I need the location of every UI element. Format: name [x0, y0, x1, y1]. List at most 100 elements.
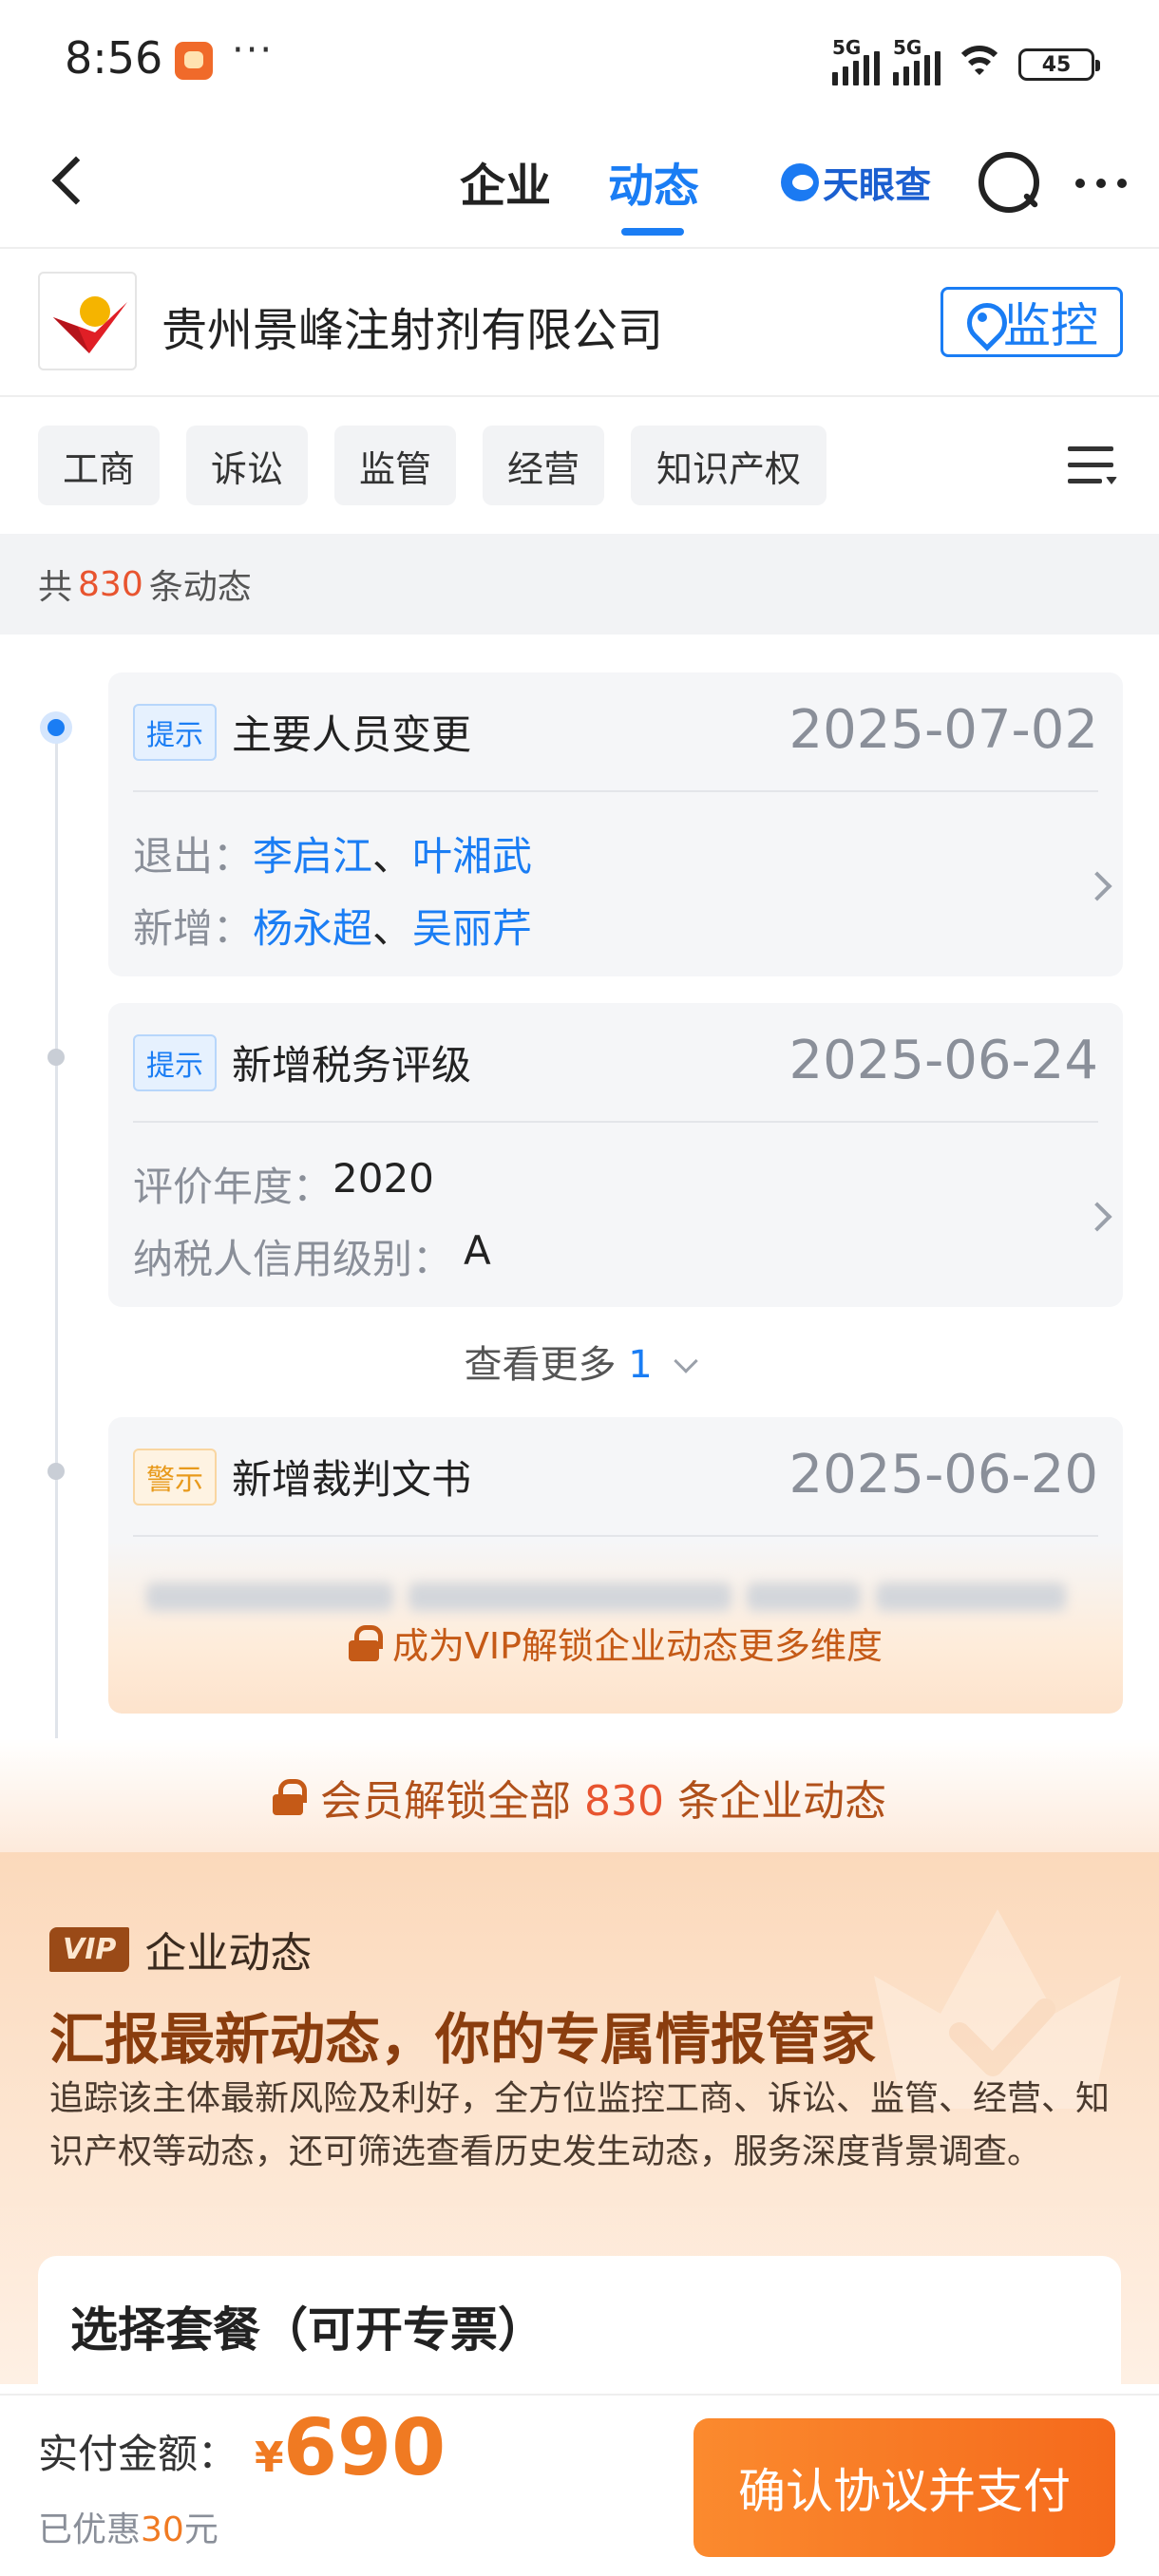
top-nav: 企业 动态 天眼查 — [0, 123, 1159, 247]
confirm-pay-button[interactable]: 确认协议并支付 — [694, 2418, 1115, 2557]
event-date: 2025-07-02 — [788, 699, 1098, 761]
count-suffix: 条动态 — [148, 568, 252, 607]
discount-suffix: 元 — [183, 2510, 218, 2549]
discount-text: 已优惠30元 — [38, 2502, 218, 2551]
status-bar: 8:56 ··· 5G 5G 45 — [0, 0, 1159, 123]
filter-chip-ip[interactable]: 知识产权 — [631, 426, 826, 505]
tab-news[interactable]: 动态 — [608, 148, 699, 215]
app-notification-icon — [175, 42, 213, 80]
timeline-line — [55, 731, 58, 1738]
lock-icon — [348, 1624, 383, 1661]
more-notifications-icon: ··· — [232, 28, 275, 72]
promo-title: 汇报最新动态，你的专属情报管家 — [49, 2007, 877, 2072]
monitor-label: 监控 — [1003, 298, 1098, 353]
search-icon[interactable] — [977, 150, 1039, 213]
person-link[interactable]: 叶湘武 — [412, 824, 532, 882]
event-title: 新增裁判文书 — [232, 1456, 472, 1503]
signal-icon-2: 5G — [893, 36, 940, 85]
monitor-button[interactable]: 监控 — [940, 287, 1123, 357]
signal-label-2: 5G — [893, 36, 922, 59]
see-more-count: 1 — [628, 1343, 653, 1387]
person-link[interactable]: 杨永超 — [253, 897, 372, 955]
discount-amount: 30 — [141, 2510, 184, 2549]
person-link[interactable]: 李启江 — [253, 824, 372, 882]
event-badge: 提示 — [133, 1033, 217, 1091]
currency-symbol: ¥ — [255, 2434, 284, 2482]
see-more-label: 查看更多 — [464, 1343, 617, 1387]
payment-bar: 实付金额： ¥ 690 已优惠30元 确认协议并支付 — [0, 2394, 1159, 2576]
chevron-right-icon — [1082, 1202, 1112, 1232]
detail-label: 退出： — [133, 833, 254, 880]
company-name: 贵州景峰注射剂有限公司 — [162, 304, 664, 357]
member-unlock-number: 830 — [584, 1777, 664, 1826]
signal-icon: 5G — [832, 36, 880, 85]
tab-company[interactable]: 企业 — [460, 148, 551, 215]
filter-bar: 工商 诉讼 监管 经营 知识产权 — [0, 399, 1159, 532]
chevron-right-icon — [1082, 871, 1112, 901]
signal-label: 5G — [832, 36, 862, 59]
timeline-dot-active — [48, 719, 65, 736]
divider — [0, 395, 1159, 397]
tab-active-indicator — [621, 228, 684, 236]
timeline-dot — [48, 1463, 65, 1480]
count-prefix: 共 — [38, 568, 73, 607]
card-divider — [133, 1535, 1098, 1537]
package-title: 选择套餐（可开专票） — [70, 2302, 545, 2358]
event-badge: 提示 — [133, 703, 217, 761]
event-card[interactable]: 提示 新增税务评级 2025-06-24 评价年度： 2020 纳税人信用级别：… — [108, 1003, 1123, 1307]
lock-icon — [273, 1779, 307, 1815]
member-unlock-banner[interactable]: 会员解锁全部 830 条企业动态 — [0, 1767, 1159, 1828]
vip-badge: VIP — [49, 1926, 130, 1972]
wifi-icon — [954, 44, 1005, 85]
chevron-down-icon — [674, 1349, 699, 1373]
promo-header: VIP 企业动态 — [49, 1919, 312, 1979]
detail-label: 评价年度： — [133, 1164, 333, 1210]
member-unlock-prefix: 会员解锁全部 — [320, 1777, 571, 1826]
event-card[interactable]: 提示 主要人员变更 2025-07-02 退出： 李启江 、 叶湘武 新增： 杨… — [108, 672, 1123, 976]
see-more-button[interactable]: 查看更多 1 — [0, 1334, 1159, 1389]
detail-value: 2020 — [332, 1155, 434, 1202]
promo-description: 追踪该主体最新风险及利好，全方位监控工商、诉讼、监管、经营、知识产权等动态，还可… — [49, 2079, 1111, 2171]
event-date: 2025-06-24 — [788, 1030, 1098, 1091]
filter-menu-icon[interactable] — [1068, 443, 1117, 488]
location-pin-icon — [965, 303, 999, 341]
filter-chip-business[interactable]: 工商 — [38, 426, 160, 505]
event-detail-row: 新增： 杨永超 、 吴丽芹 — [133, 897, 532, 955]
vip-unlock-prompt[interactable]: 成为VIP解锁企业动态更多维度 — [108, 1617, 1123, 1669]
brand-name: 天眼查 — [823, 164, 932, 206]
event-card-locked[interactable]: 警示 新增裁判文书 2025-06-20 成为VIP解锁企业动态更多维度 — [108, 1417, 1123, 1714]
company-header: 贵州景峰注射剂有限公司 监控 — [0, 249, 1159, 397]
detail-value: A — [464, 1227, 491, 1274]
brand-logo: 天眼查 — [781, 156, 931, 208]
promo-section-label: 企业动态 — [144, 1929, 313, 1978]
event-date: 2025-06-20 — [788, 1444, 1098, 1506]
card-divider — [133, 1121, 1098, 1123]
member-unlock-suffix: 条企业动态 — [676, 1777, 886, 1826]
person-link[interactable]: 吴丽芹 — [412, 897, 532, 955]
event-badge-warning: 警示 — [133, 1448, 217, 1506]
payment-label: 实付金额： — [38, 2431, 238, 2477]
detail-label: 纳税人信用级别： — [133, 1236, 453, 1282]
back-icon[interactable] — [42, 152, 99, 209]
filter-chip-litigation[interactable]: 诉讼 — [186, 426, 308, 505]
discount-prefix: 已优惠 — [38, 2510, 142, 2549]
count-number: 830 — [78, 564, 143, 604]
more-icon[interactable] — [1075, 179, 1127, 188]
event-title: 主要人员变更 — [232, 711, 472, 758]
company-logo — [38, 272, 137, 370]
filter-chip-operation[interactable]: 经营 — [483, 426, 604, 505]
status-time: 8:56 — [65, 32, 163, 84]
event-detail-row: 退出： 李启江 、 叶湘武 — [133, 824, 532, 882]
payment-amount: 690 — [283, 2403, 446, 2493]
filter-chip-regulation[interactable]: 监管 — [334, 426, 456, 505]
package-selector: 选择套餐（可开专票） — [38, 2256, 1121, 2408]
vip-unlock-text: 成为VIP解锁企业动态更多维度 — [391, 1625, 884, 1667]
detail-label: 新增： — [133, 905, 254, 952]
timeline-dot — [48, 1049, 65, 1066]
event-count-bar: 共 830 条动态 — [0, 534, 1159, 635]
event-title: 新增税务评级 — [232, 1042, 472, 1089]
event-detail-row: 评价年度： 2020 — [133, 1155, 434, 1213]
battery-icon: 45 — [1018, 48, 1100, 81]
status-indicators: 5G 5G 45 — [832, 36, 1100, 85]
tianyancha-icon — [781, 162, 819, 201]
